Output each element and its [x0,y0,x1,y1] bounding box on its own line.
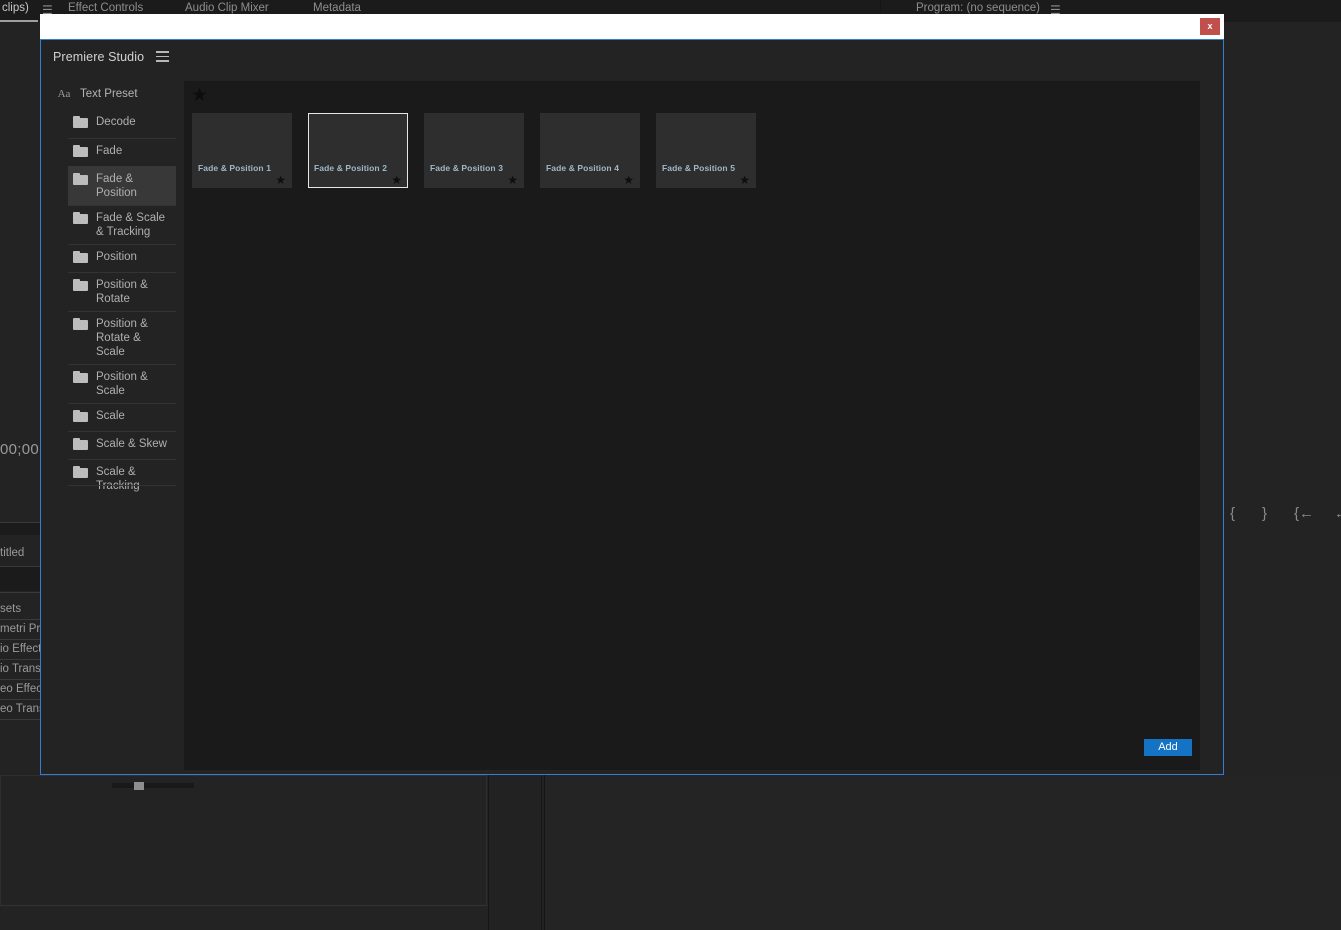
bg-tab-1[interactable]: Effect Controls [68,2,143,14]
preset-card-label: Fade & Position 5 [662,163,736,173]
bg-tool-row: { } {← ← [1222,505,1341,531]
bg-tab-4[interactable]: Program: (no sequence) [916,2,1040,14]
preset-content-area: ★ Fade & Position 1 ★ Fade & Position 2 … [184,81,1200,770]
sidebar-item-position-scale[interactable]: Position & Scale [68,364,176,403]
bg-tree-sep-3 [0,679,40,680]
preset-card-label: Fade & Position 3 [430,163,504,173]
preset-card[interactable]: Fade & Position 1 ★ [192,113,292,188]
modal-header: Premiere Studio [41,40,1223,73]
sidebar-item-label: Scale [96,410,125,422]
bg-bin-toolbar [0,905,487,930]
folder-icon [73,212,88,224]
folder-icon [73,251,88,263]
mark-out-icon[interactable]: } [1262,505,1267,522]
sidebar-item-label: Scale & Tracking [96,466,140,492]
bg-vdiv-bin-2 [541,775,542,930]
mark-in-icon[interactable]: { [1230,505,1235,522]
bg-mid-panel [492,775,542,930]
preset-card-label: Fade & Position 4 [546,163,620,173]
preset-card[interactable]: Fade & Position 4 ★ [540,113,640,188]
sidebar-item-decode[interactable]: Decode [68,110,176,138]
sidebar-item-fade-scale-tracking[interactable]: Fade & Scale & Tracking [68,205,176,244]
bg-tree-item-2[interactable]: io Effect: [0,643,45,655]
text-preset-icon: Aa [57,87,71,100]
sidebar-item-label: Position & Scale [96,371,148,397]
sidebar-header: Aa Text Preset [52,81,176,107]
folder-icon [73,145,88,157]
preset-card[interactable]: Fade & Position 3 ★ [424,113,524,188]
bg-divider-3 [0,592,40,593]
star-icon[interactable]: ★ [275,174,286,186]
bg-tree-item-3[interactable]: io Trans [0,663,41,675]
folder-icon [73,371,88,383]
sidebar-item-position-rotate[interactable]: Position & Rotate [68,272,176,311]
sidebar-item-label: Position & Rotate [96,279,148,305]
preset-category-sidebar: Aa Text Preset Decode Fade Fade & Positi… [52,81,176,746]
preset-card-label: Fade & Position 2 [314,163,388,173]
preset-card-label: Fade & Position 1 [198,163,272,173]
bg-timecode: 00;00 [0,441,40,458]
preset-card[interactable]: Fade & Position 2 ★ [308,113,408,188]
sidebar-item-fade-position[interactable]: Fade & Position [68,166,176,205]
bg-strip-2 [0,567,40,591]
sidebar-item-label: Fade & Scale & Tracking [96,212,166,238]
bg-tree-sep-4 [0,699,40,700]
dialog-titlebar: x [40,14,1224,39]
thumbnail-size-slider[interactable] [112,782,194,790]
sidebar-item-position[interactable]: Position [68,244,176,272]
bg-tree-sep-2 [0,659,40,660]
star-icon[interactable]: ★ [391,174,402,186]
bg-tree-item-0[interactable]: sets [0,603,21,615]
sidebar-item-label: Position & Rotate & Scale [96,318,148,358]
folder-icon [73,279,88,291]
thumbnail-size-slider-thumb[interactable] [134,782,144,790]
preset-card[interactable]: Fade & Position 5 ★ [656,113,756,188]
sidebar-item-label: Scale & Skew [96,438,167,450]
sidebar-list: Decode Fade Fade & Position Fade & Scale… [52,110,176,498]
bg-tree-sep-0 [0,619,40,620]
bg-tree-sep-1 [0,639,40,640]
go-to-in-icon[interactable]: {← [1294,505,1314,522]
bg-project-title: titled [0,547,25,559]
preset-grid: Fade & Position 1 ★ Fade & Position 2 ★ … [192,113,1200,188]
bg-tree-item-5[interactable]: eo Trans [0,703,45,715]
close-button[interactable]: x [1200,18,1220,35]
screen-root: clips) ☰ Effect Controls Audio Clip Mixe… [0,0,1341,930]
sidebar-item-label: Position [96,251,137,263]
sidebar-item-scale-skew[interactable]: Scale & Skew [68,431,176,459]
folder-icon [73,466,88,478]
bg-tree-sep-5 [0,719,40,720]
folder-icon [73,410,88,422]
star-icon[interactable]: ★ [739,174,750,186]
sidebar-item-label: Decode [96,116,136,128]
step-back-icon[interactable]: ← [1334,505,1341,522]
sidebar-item-label: Fade [96,145,123,157]
bg-vdiv-bin-1 [488,775,489,930]
sidebar-header-label: Text Preset [80,88,138,100]
folder-icon [73,318,88,330]
hamburger-icon[interactable] [156,51,170,62]
bg-tab-3[interactable]: Metadata [313,2,361,14]
sidebar-item-label: Fade & Position [96,173,137,199]
bg-lower-right-panel [545,775,1341,930]
star-icon[interactable]: ★ [623,174,634,186]
bg-tab-0[interactable]: clips) [2,2,29,14]
star-icon[interactable]: ★ [191,86,208,105]
bg-tab-2[interactable]: Audio Clip Mixer [185,2,269,14]
sidebar-item-scale[interactable]: Scale [68,403,176,431]
content-toolbar: ★ [184,81,1200,109]
folder-icon [73,438,88,450]
star-icon[interactable]: ★ [507,174,518,186]
bg-strip-1 [0,523,40,535]
sidebar-item-scale-tracking[interactable]: Scale & Tracking [68,459,176,498]
folder-icon [73,116,88,128]
sidebar-item-fade[interactable]: Fade [68,138,176,166]
modal-title: Premiere Studio [53,49,145,64]
premiere-studio-modal: Premiere Studio Aa Text Preset Decode Fa… [40,39,1224,790]
folder-icon [73,173,88,185]
sidebar-bottom-divider [68,485,176,486]
add-button[interactable]: Add [1144,739,1192,756]
sidebar-item-position-rotate-scale[interactable]: Position & Rotate & Scale [68,311,176,364]
